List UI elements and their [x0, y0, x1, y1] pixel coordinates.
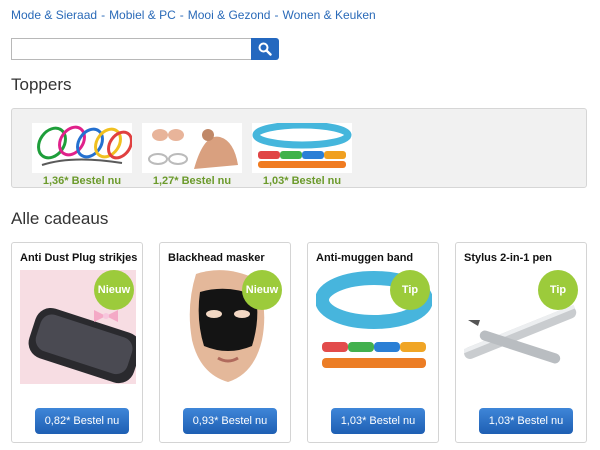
nav-separator: -: [274, 8, 279, 22]
order-button[interactable]: 0,93* Bestel nu: [183, 408, 277, 434]
new-badge: Nieuw: [94, 270, 134, 310]
topper-item[interactable]: 1,27* Bestel nu: [142, 123, 242, 187]
product-card[interactable]: Stylus 2-in-1 pen Tip 1,03* Bestel nu: [455, 242, 587, 443]
topper-price[interactable]: 1,03* Bestel nu: [252, 175, 352, 187]
topper-item[interactable]: 1,36* Bestel nu: [32, 123, 132, 187]
product-card[interactable]: Anti-muggen band Tip 1,03* Bestel nu: [307, 242, 439, 443]
search-bar: [11, 38, 279, 60]
product-card[interactable]: Blackhead masker Nieuw 0,93* Bestel nu: [159, 242, 291, 443]
toe-separator-image[interactable]: [142, 123, 242, 173]
mosquito-bands-image[interactable]: [252, 123, 352, 173]
toppers-heading: Toppers: [11, 75, 72, 94]
nav-link-mobiel-pc[interactable]: Mobiel & PC: [109, 8, 176, 22]
search-icon: [258, 42, 272, 56]
nav-link-mode-sieraad[interactable]: Mode & Sieraad: [11, 8, 97, 22]
nav-separator: -: [179, 8, 184, 22]
order-button[interactable]: 1,03* Bestel nu: [479, 408, 573, 434]
product-name[interactable]: Stylus 2-in-1 pen: [464, 252, 552, 264]
product-card[interactable]: Anti Dust Plug strikjes Nieuw 0,82* Best…: [11, 242, 143, 443]
earbud-cords-image[interactable]: [32, 123, 132, 173]
tip-badge: Tip: [390, 270, 430, 310]
topper-price[interactable]: 1,27* Bestel nu: [142, 175, 242, 187]
order-button[interactable]: 1,03* Bestel nu: [331, 408, 425, 434]
order-button[interactable]: 0,82* Bestel nu: [35, 408, 129, 434]
topper-item[interactable]: 1,03* Bestel nu: [252, 123, 352, 187]
tip-badge: Tip: [538, 270, 578, 310]
product-name[interactable]: Anti Dust Plug strikjes: [20, 252, 137, 264]
new-badge: Nieuw: [242, 270, 282, 310]
product-name[interactable]: Anti-muggen band: [316, 252, 413, 264]
category-nav: Mode & Sieraad - Mobiel & PC - Mooi & Gezond…: [11, 8, 376, 22]
topper-price[interactable]: 1,36* Bestel nu: [32, 175, 132, 187]
nav-link-wonen-keuken[interactable]: Wonen & Keuken: [282, 8, 375, 22]
nav-link-mooi-gezond[interactable]: Mooi & Gezond: [188, 8, 271, 22]
all-gifts-heading: Alle cadeaus: [11, 209, 109, 228]
search-button[interactable]: [251, 38, 279, 60]
search-input[interactable]: [11, 38, 252, 60]
product-name[interactable]: Blackhead masker: [168, 252, 265, 264]
nav-separator: -: [101, 8, 106, 22]
toppers-panel: 1,36* Bestel nu 1,27* Bestel nu 1,03* Be…: [11, 108, 587, 188]
